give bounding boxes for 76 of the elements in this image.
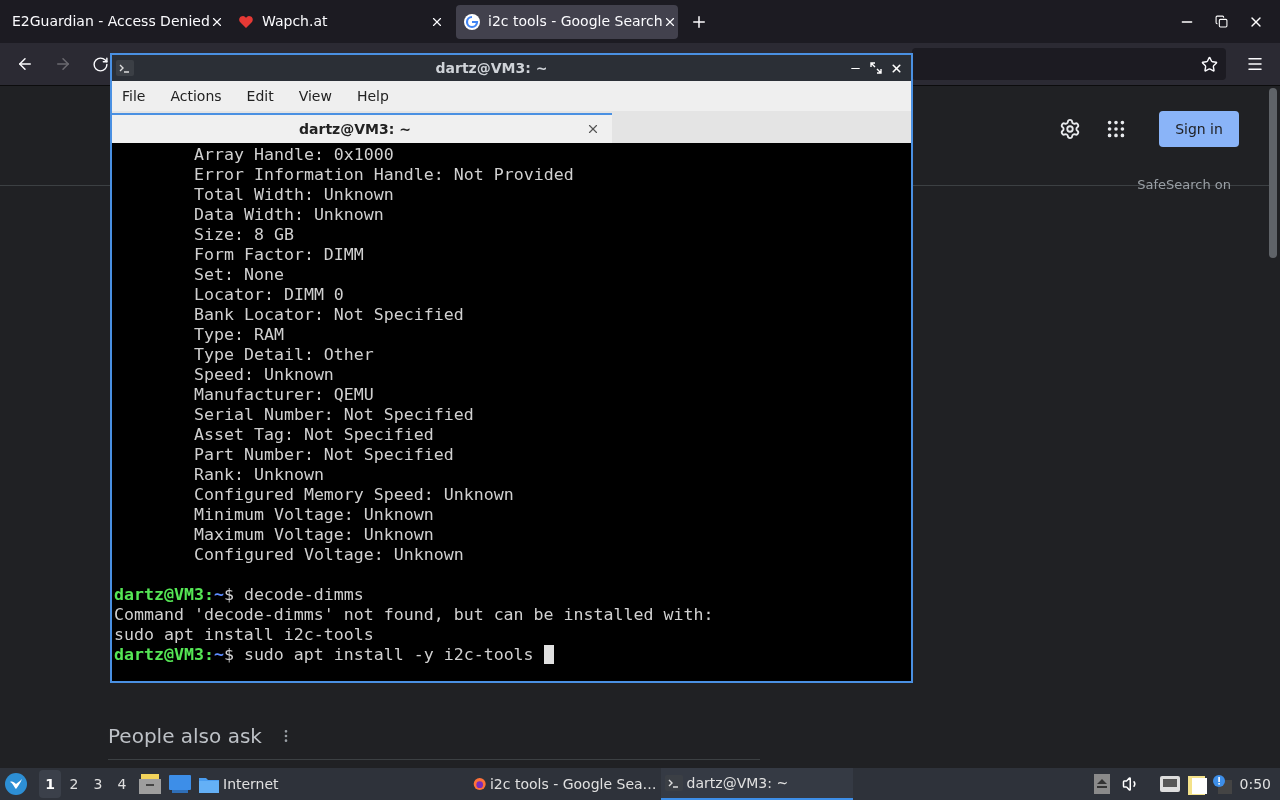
sign-in-button[interactable]: Sign in [1159, 111, 1239, 148]
terminal-line: Bank Locator: Not Specified [193, 305, 465, 325]
terminal-icon [664, 775, 683, 791]
back-icon[interactable] [16, 55, 34, 73]
launcher-button[interactable]: Internet [199, 773, 279, 795]
terminal-line: Error Information Handle: Not Provided [193, 165, 575, 185]
bookmark-star-icon[interactable] [1201, 55, 1218, 73]
workspace-button[interactable]: 1 [39, 770, 61, 798]
terminal-line: Configured Memory Speed: Unknown [193, 485, 515, 505]
prompt-user: dartz@VM3: [114, 645, 214, 665]
terminal-line: Form Factor: DIMM [193, 245, 365, 265]
eject-icon[interactable] [1093, 774, 1110, 794]
terminal-line: Part Number: Not Specified [193, 445, 455, 465]
terminal-line: Maximum Voltage: Unknown [193, 525, 435, 545]
safesearch-label: SafeSearch on [1137, 176, 1232, 195]
command-text: $ decode-dimms [223, 585, 364, 605]
menu-item[interactable]: File [122, 85, 146, 107]
clipboard-icon[interactable] [1187, 773, 1208, 795]
terminal-line: Command 'decode-dimms' not found, but can be installed with: [114, 605, 715, 625]
workspace-button[interactable]: 4 [111, 770, 133, 798]
menu-item[interactable]: Help [356, 85, 389, 107]
menu-icon[interactable] [1246, 55, 1264, 73]
taskbar-task[interactable]: dartz@VM3: ~ [660, 768, 853, 800]
terminal-line: Configured Voltage: Unknown [193, 545, 465, 565]
terminal-line: Type: RAM [193, 325, 285, 345]
terminal-line: Asset Tag: Not Specified [193, 425, 435, 445]
scrollbar[interactable] [1269, 88, 1277, 258]
terminal-line: Minimum Voltage: Unknown [193, 505, 435, 525]
terminal-line: Total Width: Unknown [193, 185, 395, 205]
prompt-path: ~ [213, 585, 224, 605]
terminal-line: Manufacturer: QEMU [193, 385, 375, 405]
terminal-line: sudo apt install i2c-tools [114, 625, 375, 645]
google-icon [464, 13, 480, 30]
close-icon[interactable] [890, 61, 903, 75]
folder-icon [199, 775, 219, 793]
browser-tab[interactable]: i2c tools - Google Search [456, 4, 678, 39]
menu-item[interactable]: View [298, 85, 332, 107]
terminal-line: Array Handle: 0x1000 [193, 145, 395, 165]
prompt-user: dartz@VM3: [114, 585, 214, 605]
window-title: dartz@VM3: ~ [434, 58, 549, 78]
maximize-icon[interactable] [870, 62, 882, 74]
settings-icon[interactable] [1059, 118, 1081, 141]
terminal-line: Locator: DIMM 0 [193, 285, 345, 305]
notification-icon[interactable] [1211, 774, 1232, 794]
text-cursor [543, 645, 554, 664]
tab-title: Wapch.at [262, 12, 329, 31]
command-text: $ sudo apt install -y i2c-tools [223, 645, 534, 665]
heart-icon [238, 13, 254, 30]
clock: 0:50 [1239, 774, 1271, 794]
tab-title: E2Guardian - Access Denied [12, 12, 210, 31]
workspace-button[interactable]: 2 [63, 770, 85, 798]
terminal-tab[interactable]: dartz@VM3: ~ [112, 113, 612, 143]
workspace-button[interactable]: 3 [87, 770, 109, 798]
browser-tab[interactable]: Wapch.at [230, 4, 452, 39]
terminal-line: Data Width: Unknown [193, 205, 385, 225]
desktop-icon[interactable] [169, 775, 191, 793]
tab-title: i2c tools - Google Search [488, 12, 663, 31]
terminal-line: Type Detail: Other [193, 345, 375, 365]
forward-icon[interactable] [54, 55, 72, 73]
menu-item[interactable]: Edit [246, 85, 274, 107]
terminal-line: Speed: Unknown [193, 365, 335, 385]
prompt-path: ~ [213, 645, 224, 665]
browser-tab[interactable]: E2Guardian - Access Denied [4, 4, 226, 39]
terminal-line: Size: 8 GB [193, 225, 295, 245]
file-cabinet-icon[interactable] [139, 774, 161, 794]
terminal-line: Set: None [193, 265, 285, 285]
close-icon[interactable] [586, 122, 600, 136]
restore-icon[interactable] [1215, 15, 1228, 28]
section-heading: People also ask [108, 722, 262, 750]
network-icon[interactable] [1159, 776, 1180, 792]
menu-item[interactable]: Actions [170, 85, 222, 107]
reload-icon[interactable] [92, 55, 109, 73]
terminal-line: Rank: Unknown [193, 465, 325, 485]
terminal-line: Serial Number: Not Specified [193, 405, 475, 425]
terminal-icon [116, 60, 134, 76]
taskbar-task[interactable]: i2c tools - Google Sea… [468, 768, 661, 800]
